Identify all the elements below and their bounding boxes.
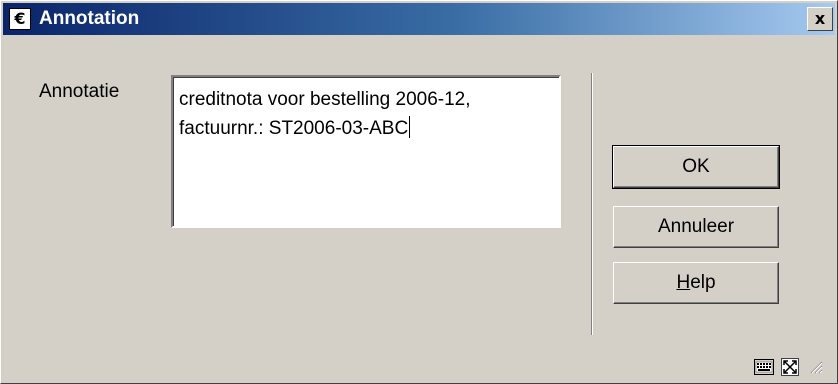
resize-grip-icon[interactable] [805, 357, 827, 377]
window-title: Annotation [39, 8, 140, 29]
text-caret [409, 116, 411, 138]
help-button[interactable]: Help [613, 262, 779, 304]
maximize-icon[interactable] [779, 357, 801, 377]
annotation-dialog: € Annotation x Annotatie creditnota voor… [0, 0, 838, 384]
annotation-textarea[interactable]: creditnota voor bestelling 2006-12, fact… [171, 75, 561, 228]
status-icons [753, 357, 827, 377]
help-mnemonic: H [676, 272, 691, 293]
close-icon: x [814, 9, 826, 28]
cancel-button-label: Annuleer [657, 216, 735, 237]
title-bar[interactable]: € Annotation x [3, 3, 835, 35]
ok-button[interactable]: OK [612, 145, 780, 189]
keyboard-icon[interactable] [753, 357, 775, 377]
help-button-label: Help [676, 272, 715, 294]
annotation-text: creditnota voor bestelling 2006-12, fact… [179, 89, 471, 139]
close-button[interactable]: x [807, 7, 833, 31]
cancel-button[interactable]: Annuleer [613, 206, 779, 248]
ok-button-label: OK [682, 156, 710, 177]
help-label-rest: elp [690, 272, 716, 293]
euro-icon: € [9, 8, 31, 30]
annotation-label: Annotatie [39, 81, 120, 102]
vertical-separator [591, 73, 593, 335]
